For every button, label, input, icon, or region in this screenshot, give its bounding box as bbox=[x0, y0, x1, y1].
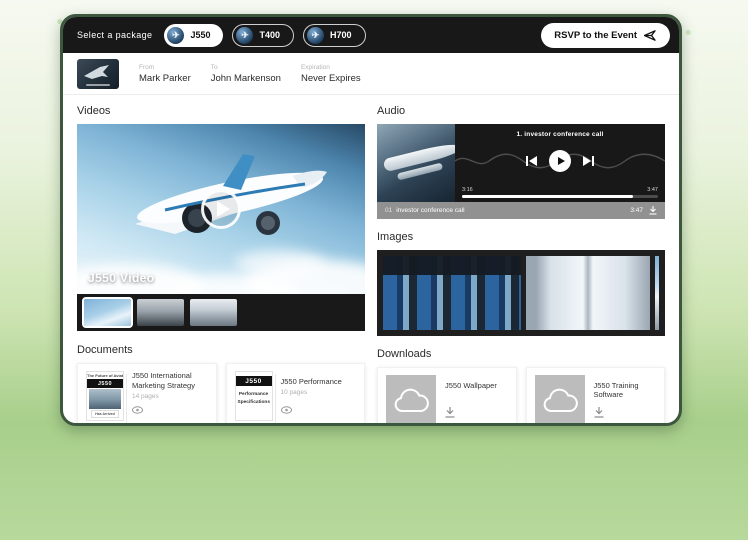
download-card-wallpaper[interactable]: J550 Wallpaper bbox=[377, 367, 517, 426]
download-button[interactable] bbox=[594, 405, 657, 423]
gallery-image-cockpit[interactable] bbox=[383, 256, 521, 330]
video-caption: J550 Video bbox=[88, 271, 154, 285]
package-tab-label: J550 bbox=[190, 30, 210, 40]
send-icon bbox=[644, 30, 657, 41]
playlist-duration: 3:47 bbox=[630, 207, 643, 214]
package-tab-h700[interactable]: ✈ H700 bbox=[303, 24, 366, 47]
meta-to: To John Markenson bbox=[211, 64, 281, 84]
airplane-badge-icon: ✈ bbox=[236, 27, 253, 44]
to-value: John Markenson bbox=[211, 73, 281, 84]
audio-current-time: 3:16 bbox=[462, 187, 473, 193]
document-thumbnail: J550 Performance Specifications bbox=[235, 371, 273, 421]
audio-progress-bar[interactable] bbox=[462, 195, 658, 198]
from-label: From bbox=[139, 64, 191, 71]
video-thumbnail-1[interactable] bbox=[84, 299, 131, 326]
playlist-track-name: investor conference call bbox=[396, 207, 464, 214]
from-value: Mark Parker bbox=[139, 73, 191, 84]
playlist-index: 01 bbox=[385, 207, 392, 214]
previous-track-button[interactable] bbox=[526, 156, 537, 166]
download-title: J550 Training Software bbox=[594, 381, 657, 399]
doc-thumb-top-text: The Future of Aviation bbox=[87, 372, 123, 379]
package-thumbnail bbox=[77, 59, 119, 89]
audio-duration: 3:47 bbox=[647, 187, 658, 193]
document-title: J550 Performance bbox=[281, 377, 357, 387]
images-section-title: Images bbox=[377, 231, 665, 243]
audio-progress-fill bbox=[462, 195, 633, 198]
video-play-button[interactable] bbox=[201, 189, 241, 229]
eye-icon bbox=[281, 406, 292, 414]
gallery-image-exterior[interactable] bbox=[655, 256, 659, 330]
next-track-icon bbox=[583, 156, 594, 166]
gallery-image-cabin[interactable] bbox=[526, 256, 650, 330]
meta-from: From Mark Parker bbox=[139, 64, 191, 84]
cloud-graphic bbox=[235, 250, 325, 276]
audio-track-title: 1. investor conference call bbox=[455, 124, 665, 138]
play-icon bbox=[558, 157, 565, 165]
airplane-icon bbox=[82, 63, 112, 83]
package-tab-j550[interactable]: ✈ J550 bbox=[164, 24, 223, 47]
audio-player-body: 1. investor conference call bbox=[455, 124, 665, 202]
expiration-label: Expiration bbox=[301, 64, 361, 71]
airplane-badge-icon: ✈ bbox=[167, 27, 184, 44]
package-tab-label: T400 bbox=[259, 30, 280, 40]
videos-section-title: Videos bbox=[77, 105, 365, 117]
download-thumbnail bbox=[386, 375, 436, 425]
select-package-label: Select a package bbox=[77, 30, 152, 40]
document-pages: 10 pages bbox=[281, 389, 357, 396]
document-pages: 14 pages bbox=[132, 393, 208, 400]
audio-section-title: Audio bbox=[377, 105, 665, 117]
downloads-section-title: Downloads bbox=[377, 348, 665, 360]
doc-thumb-brand: J550 bbox=[236, 376, 272, 386]
video-thumbnail-2[interactable] bbox=[137, 299, 184, 326]
next-track-button[interactable] bbox=[583, 156, 594, 166]
package-tab-label: H700 bbox=[330, 30, 352, 40]
download-card-training-software[interactable]: J550 Training Software bbox=[526, 367, 666, 426]
play-icon bbox=[217, 201, 230, 217]
doc-thumb-bottom-text: Has Arrived bbox=[91, 410, 119, 418]
download-button[interactable] bbox=[445, 405, 508, 423]
package-meta-row: From Mark Parker To John Markenson Expir… bbox=[63, 53, 679, 95]
download-icon bbox=[594, 407, 604, 418]
audio-track-thumbnail bbox=[377, 124, 455, 202]
video-thumbnail-strip bbox=[77, 294, 365, 331]
cloud-icon bbox=[542, 387, 578, 413]
audio-play-button[interactable] bbox=[549, 150, 571, 172]
doc-thumb-image bbox=[89, 389, 121, 409]
download-icon bbox=[445, 407, 455, 418]
package-panel: Select a package ✈ J550 ✈ T400 ✈ H700 RS… bbox=[60, 14, 682, 426]
meta-expiration: Expiration Never Expires bbox=[301, 64, 361, 84]
cloud-icon bbox=[393, 387, 429, 413]
audio-playlist-row[interactable]: 01 investor conference call 3:47 bbox=[377, 202, 665, 219]
video-player[interactable]: J550 Video bbox=[77, 124, 365, 294]
documents-section-title: Documents bbox=[77, 344, 365, 356]
package-tab-t400[interactable]: ✈ T400 bbox=[232, 24, 294, 47]
doc-thumb-sub-text: Performance Specifications bbox=[236, 386, 272, 411]
document-title: J550 International Marketing Strategy bbox=[132, 371, 208, 391]
rsvp-button[interactable]: RSVP to the Event bbox=[541, 23, 670, 48]
document-card-marketing-strategy[interactable]: The Future of Aviation J550 Has Arrived … bbox=[77, 363, 217, 426]
doc-thumb-brand: J550 bbox=[87, 379, 123, 388]
expiration-value: Never Expires bbox=[301, 73, 361, 84]
download-thumbnail bbox=[535, 375, 585, 425]
rsvp-label: RSVP to the Event bbox=[554, 30, 637, 41]
to-label: To bbox=[211, 64, 281, 71]
download-icon[interactable] bbox=[649, 206, 657, 215]
document-card-performance[interactable]: J550 Performance Specifications J550 Per… bbox=[226, 363, 366, 426]
previous-track-icon bbox=[526, 156, 537, 166]
airplane-badge-icon: ✈ bbox=[307, 27, 324, 44]
audio-player: 1. investor conference call bbox=[377, 124, 665, 202]
download-title: J550 Wallpaper bbox=[445, 381, 508, 390]
document-thumbnail: The Future of Aviation J550 Has Arrived bbox=[86, 371, 124, 421]
eye-icon bbox=[132, 406, 143, 414]
video-thumbnail-3[interactable] bbox=[190, 299, 237, 326]
preview-button[interactable] bbox=[281, 401, 357, 419]
package-tabs: ✈ J550 ✈ T400 ✈ H700 bbox=[164, 24, 365, 47]
preview-button[interactable] bbox=[132, 401, 208, 419]
header-bar: Select a package ✈ J550 ✈ T400 ✈ H700 RS… bbox=[63, 17, 679, 53]
image-gallery bbox=[377, 250, 665, 336]
